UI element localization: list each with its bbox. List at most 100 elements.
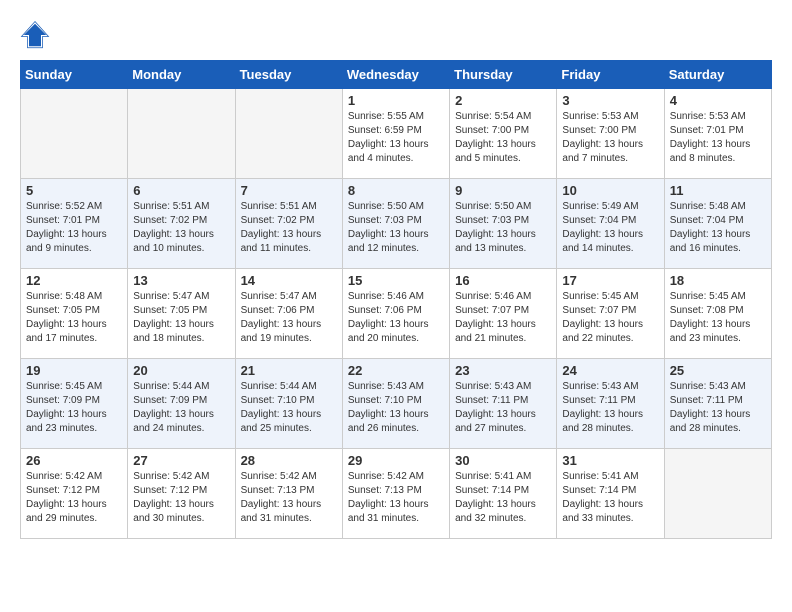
- calendar-day-cell: 6Sunrise: 5:51 AMSunset: 7:02 PMDaylight…: [128, 179, 235, 269]
- day-number: 1: [348, 93, 444, 108]
- calendar-day-cell: 1 Sunrise: 5:55 AMSunset: 6:59 PMDaylight…: [342, 89, 449, 179]
- calendar-day-cell: 5 Sunrise: 5:52 AMSunset: 7:01 PMDaylight…: [21, 179, 128, 269]
- day-info: Sunrise: 5:48 AMSunset: 7:05 PMDaylight:…: [26, 290, 122, 346]
- day-number: 24: [562, 363, 658, 378]
- calendar-day-cell: 25Sunrise: 5:43 AMSunset: 7:11 PMDayligh…: [664, 359, 771, 449]
- day-number: 23: [455, 363, 551, 378]
- day-number: 19: [26, 363, 122, 378]
- calendar-day-cell: 26Sunrise: 5:42 AMSunset: 7:12 PMDayligh…: [21, 449, 128, 539]
- day-info: Sunrise: 5:50 AMSunset: 7:03 PMDaylight:…: [348, 200, 444, 256]
- weekday-header: Sunday: [21, 61, 128, 89]
- page-header: [20, 20, 772, 50]
- calendar-day-cell: 3Sunrise: 5:53 AMSunset: 7:00 PMDaylight…: [557, 89, 664, 179]
- calendar-week-row: 19Sunrise: 5:45 AMSunset: 7:09 PMDayligh…: [21, 359, 772, 449]
- day-info: Sunrise: 5:42 AMSunset: 7:13 PMDaylight:…: [241, 470, 337, 526]
- weekday-header: Monday: [128, 61, 235, 89]
- calendar-body: 1 Sunrise: 5:55 AMSunset: 6:59 PMDaylight…: [21, 89, 772, 539]
- day-info: Sunrise: 5:55 AMSunset: 6:59 PMDaylight:…: [348, 110, 444, 166]
- calendar-day-cell: 14 Sunrise: 5:47 AMSunset: 7:06 PMDayligh…: [235, 269, 342, 359]
- day-number: 10: [562, 183, 658, 198]
- day-info: Sunrise: 5:51 AMSunset: 7:02 PMDaylight:…: [241, 200, 337, 256]
- day-info: Sunrise: 5:47 AMSunset: 7:06 PMDaylight:…: [241, 290, 337, 346]
- calendar-day-cell: 9 Sunrise: 5:50 AMSunset: 7:03 PMDaylight…: [450, 179, 557, 269]
- calendar-day-cell: 11 Sunrise: 5:48 AMSunset: 7:04 PMDayligh…: [664, 179, 771, 269]
- day-number: 11: [670, 183, 766, 198]
- day-info: Sunrise: 5:48 AMSunset: 7:04 PMDaylight:…: [670, 200, 766, 256]
- day-number: 5: [26, 183, 122, 198]
- calendar-week-row: 12 Sunrise: 5:48 AMSunset: 7:05 PMDayligh…: [21, 269, 772, 359]
- logo-icon: [20, 20, 50, 50]
- day-info: Sunrise: 5:52 AMSunset: 7:01 PMDaylight:…: [26, 200, 122, 256]
- day-info: Sunrise: 5:43 AMSunset: 7:11 PMDaylight:…: [455, 380, 551, 436]
- day-number: 13: [133, 273, 229, 288]
- calendar-day-cell: [128, 89, 235, 179]
- day-number: 18: [670, 273, 766, 288]
- calendar-day-cell: 28 Sunrise: 5:42 AMSunset: 7:13 PMDayligh…: [235, 449, 342, 539]
- logo: [20, 20, 54, 50]
- calendar-day-cell: 15 Sunrise: 5:46 AMSunset: 7:06 PMDayligh…: [342, 269, 449, 359]
- day-number: 7: [241, 183, 337, 198]
- day-number: 27: [133, 453, 229, 468]
- calendar-day-cell: 27 Sunrise: 5:42 AMSunset: 7:12 PMDayligh…: [128, 449, 235, 539]
- day-info: Sunrise: 5:53 AMSunset: 7:00 PMDaylight:…: [562, 110, 658, 166]
- calendar-week-row: 26 Sunrise: 5:42 AMSunset: 7:12 PMDayligh…: [21, 449, 772, 539]
- calendar-day-cell: 17 Sunrise: 5:45 AMSunset: 7:07 PMDayligh…: [557, 269, 664, 359]
- day-info: Sunrise: 5:47 AMSunset: 7:05 PMDaylight:…: [133, 290, 229, 346]
- day-number: 21: [241, 363, 337, 378]
- calendar-day-cell: 20Sunrise: 5:44 AMSunset: 7:09 PMDayligh…: [128, 359, 235, 449]
- calendar-day-cell: 4Sunrise: 5:53 AMSunset: 7:01 PMDaylight…: [664, 89, 771, 179]
- calendar-day-cell: 19Sunrise: 5:45 AMSunset: 7:09 PMDayligh…: [21, 359, 128, 449]
- calendar-day-cell: [21, 89, 128, 179]
- day-info: Sunrise: 5:45 AMSunset: 7:08 PMDaylight:…: [670, 290, 766, 346]
- day-number: 4: [670, 93, 766, 108]
- day-number: 29: [348, 453, 444, 468]
- weekday-header: Saturday: [664, 61, 771, 89]
- calendar-day-cell: 24 Sunrise: 5:43 AMSunset: 7:11 PMDayligh…: [557, 359, 664, 449]
- day-number: 28: [241, 453, 337, 468]
- calendar-day-cell: 2 Sunrise: 5:54 AMSunset: 7:00 PMDaylight…: [450, 89, 557, 179]
- calendar-table: SundayMondayTuesdayWednesdayThursdayFrid…: [20, 60, 772, 539]
- day-number: 2: [455, 93, 551, 108]
- calendar-week-row: 1 Sunrise: 5:55 AMSunset: 6:59 PMDaylight…: [21, 89, 772, 179]
- calendar-header-row: SundayMondayTuesdayWednesdayThursdayFrid…: [21, 61, 772, 89]
- calendar-day-cell: 7 Sunrise: 5:51 AMSunset: 7:02 PMDaylight…: [235, 179, 342, 269]
- day-number: 22: [348, 363, 444, 378]
- day-info: Sunrise: 5:45 AMSunset: 7:07 PMDaylight:…: [562, 290, 658, 346]
- weekday-header: Friday: [557, 61, 664, 89]
- calendar-day-cell: [235, 89, 342, 179]
- calendar-day-cell: [664, 449, 771, 539]
- calendar-day-cell: 10 Sunrise: 5:49 AMSunset: 7:04 PMDayligh…: [557, 179, 664, 269]
- calendar-day-cell: 16 Sunrise: 5:46 AMSunset: 7:07 PMDayligh…: [450, 269, 557, 359]
- day-info: Sunrise: 5:54 AMSunset: 7:00 PMDaylight:…: [455, 110, 551, 166]
- weekday-header: Thursday: [450, 61, 557, 89]
- day-info: Sunrise: 5:43 AMSunset: 7:11 PMDaylight:…: [670, 380, 766, 436]
- day-number: 9: [455, 183, 551, 198]
- calendar-day-cell: 21Sunrise: 5:44 AMSunset: 7:10 PMDayligh…: [235, 359, 342, 449]
- day-number: 15: [348, 273, 444, 288]
- calendar-day-cell: 8 Sunrise: 5:50 AMSunset: 7:03 PMDaylight…: [342, 179, 449, 269]
- day-number: 26: [26, 453, 122, 468]
- calendar-day-cell: 18 Sunrise: 5:45 AMSunset: 7:08 PMDayligh…: [664, 269, 771, 359]
- day-info: Sunrise: 5:43 AMSunset: 7:10 PMDaylight:…: [348, 380, 444, 436]
- day-info: Sunrise: 5:50 AMSunset: 7:03 PMDaylight:…: [455, 200, 551, 256]
- day-number: 30: [455, 453, 551, 468]
- day-number: 17: [562, 273, 658, 288]
- calendar-day-cell: 29 Sunrise: 5:42 AMSunset: 7:13 PMDayligh…: [342, 449, 449, 539]
- day-info: Sunrise: 5:41 AMSunset: 7:14 PMDaylight:…: [562, 470, 658, 526]
- day-info: Sunrise: 5:46 AMSunset: 7:07 PMDaylight:…: [455, 290, 551, 346]
- day-info: Sunrise: 5:42 AMSunset: 7:13 PMDaylight:…: [348, 470, 444, 526]
- weekday-header: Tuesday: [235, 61, 342, 89]
- day-number: 16: [455, 273, 551, 288]
- day-info: Sunrise: 5:51 AMSunset: 7:02 PMDaylight:…: [133, 200, 229, 256]
- day-info: Sunrise: 5:43 AMSunset: 7:11 PMDaylight:…: [562, 380, 658, 436]
- day-info: Sunrise: 5:42 AMSunset: 7:12 PMDaylight:…: [133, 470, 229, 526]
- calendar-day-cell: 31Sunrise: 5:41 AMSunset: 7:14 PMDayligh…: [557, 449, 664, 539]
- day-info: Sunrise: 5:49 AMSunset: 7:04 PMDaylight:…: [562, 200, 658, 256]
- day-info: Sunrise: 5:46 AMSunset: 7:06 PMDaylight:…: [348, 290, 444, 346]
- calendar-week-row: 5 Sunrise: 5:52 AMSunset: 7:01 PMDaylight…: [21, 179, 772, 269]
- day-number: 12: [26, 273, 122, 288]
- day-info: Sunrise: 5:41 AMSunset: 7:14 PMDaylight:…: [455, 470, 551, 526]
- day-number: 14: [241, 273, 337, 288]
- calendar-day-cell: 13 Sunrise: 5:47 AMSunset: 7:05 PMDayligh…: [128, 269, 235, 359]
- day-number: 8: [348, 183, 444, 198]
